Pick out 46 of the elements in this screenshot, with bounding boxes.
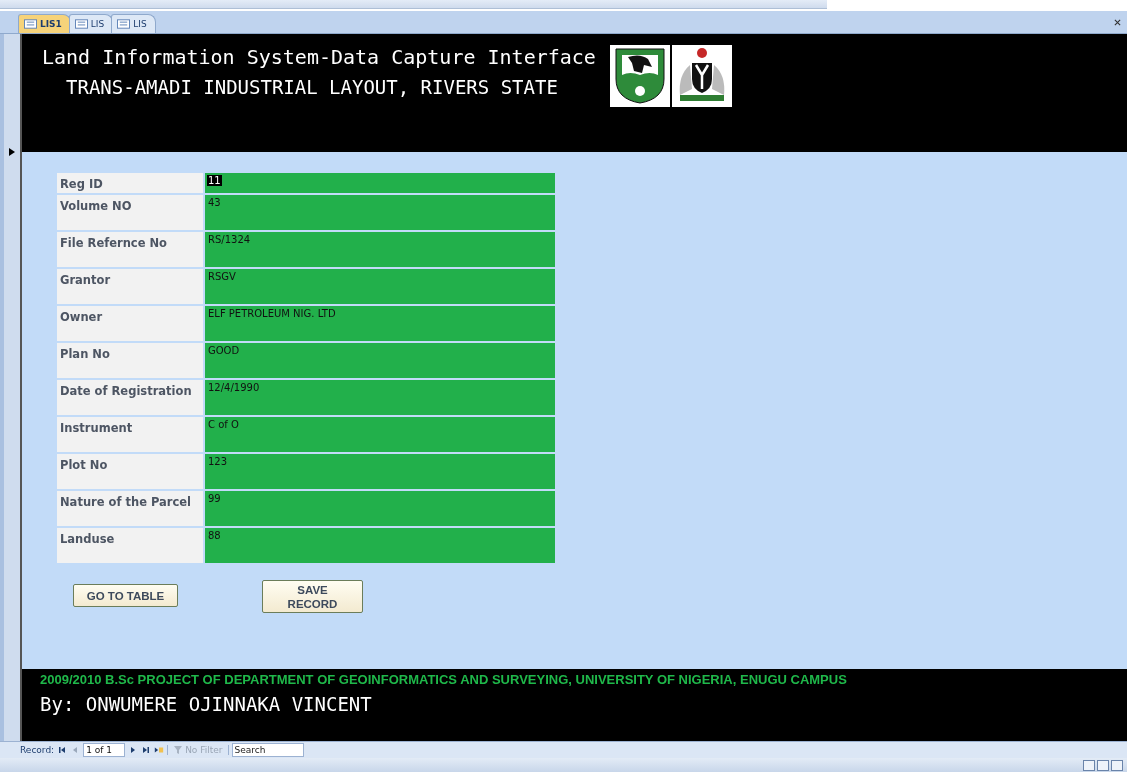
input-field[interactable]: C of O — [205, 417, 555, 452]
document-tab[interactable]: LIS — [111, 14, 156, 33]
field-label: Plot No — [57, 454, 203, 489]
go-to-table-button[interactable]: GO TO TABLE — [73, 584, 178, 607]
author-caption: By: ONWUMERE OJINNAKA VINCENT — [40, 693, 373, 715]
field-label: Volume NO — [57, 195, 203, 230]
input-field[interactable]: 123 — [205, 454, 555, 489]
search-field[interactable]: Search — [231, 743, 304, 757]
form-icon — [24, 19, 37, 29]
view-switch-icon[interactable] — [1083, 759, 1123, 771]
input-field[interactable]: GOOD — [205, 343, 555, 378]
record-pointer-icon — [9, 148, 15, 156]
form-icon — [117, 19, 131, 29]
coat-of-arms-drawing — [671, 45, 732, 107]
record-position-field[interactable]: 1 of 1 — [83, 743, 126, 757]
input-field[interactable]: 99 — [205, 491, 555, 526]
field-label: Reg ID — [57, 173, 203, 193]
form-subtitle: TRANS-AMADI INDUSTRIAL LAYOUT, RIVERS STATE — [65, 75, 559, 100]
field-label: File Refernce No — [57, 232, 203, 267]
shield-crest-drawing — [609, 45, 670, 107]
input-field[interactable]: RS/1324 — [205, 232, 555, 267]
form-icon — [74, 19, 88, 29]
field-label: Owner — [57, 306, 203, 341]
input-field[interactable]: 43 — [205, 195, 555, 230]
input-field[interactable]: 88 — [205, 528, 555, 563]
project-caption: 2009/2010 B.Sc PROJECT OF DEPARTMENT OF GEOINFORMATICS AND SURVEYING, UNIVERSITY OF NIGERIA, ENUGU CAMPUS — [40, 672, 848, 687]
field-label: Date of Registration — [57, 380, 203, 415]
field-label: Nature of the Parcel — [57, 491, 203, 526]
funnel-icon — [173, 745, 184, 755]
document-tab[interactable]: LIS1 — [18, 14, 71, 33]
field-label: Grantor — [57, 269, 203, 304]
last-record-icon[interactable] — [141, 745, 152, 755]
input-field[interactable]: 11 — [205, 173, 555, 193]
input-field[interactable]: 12/4/1990 — [205, 380, 555, 415]
document-tab[interactable]: LIS — [68, 14, 114, 33]
field-label: Plan No — [57, 343, 203, 378]
input-field[interactable]: ELF PETROLEUM NIG. LTD — [205, 306, 555, 341]
close-icon[interactable] — [1114, 18, 1121, 26]
record-label: Record: — [20, 745, 55, 755]
field-label: Instrument — [57, 417, 203, 452]
form-title: Land Information System-Data Capture Interface — [42, 44, 596, 71]
first-record-icon[interactable] — [57, 745, 68, 755]
new-record-icon[interactable] — [154, 745, 165, 755]
field-label: Landuse — [57, 528, 203, 563]
save-record-button[interactable]: SAVE RECORD — [262, 580, 363, 613]
input-field[interactable]: RSGV — [205, 269, 555, 304]
